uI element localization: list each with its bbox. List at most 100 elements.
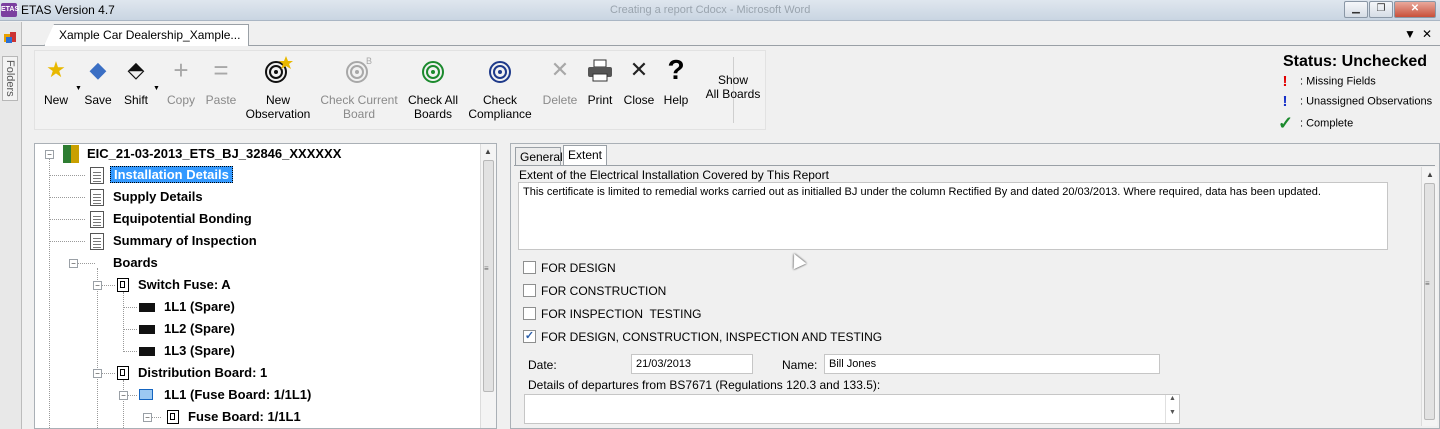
save-button[interactable]: ◆ Save — [81, 55, 115, 127]
tree-scroll-thumb[interactable] — [483, 160, 494, 392]
star-icon: ★ — [46, 57, 66, 82]
print-icon — [585, 55, 615, 85]
shift-button[interactable]: ⬘ ▼ Shift — [119, 55, 160, 127]
tree-item-way[interactable]: 1L2 (Spare) — [164, 321, 235, 336]
help-button[interactable]: ? Help — [659, 55, 693, 127]
departures-scrollbar[interactable]: ▲ ▼ — [1165, 395, 1179, 423]
document-icon — [90, 233, 104, 250]
tree-expander[interactable]: − — [93, 281, 102, 290]
shift-icon: ⬘ — [127, 57, 145, 82]
tree-item-way[interactable]: 1L3 (Spare) — [164, 343, 235, 358]
departures-textarea[interactable]: ▲ ▼ — [524, 394, 1180, 424]
for-construction-label: FOR CONSTRUCTION — [541, 284, 667, 298]
legend-complete: ✓: Complete — [1278, 113, 1354, 133]
tree-item-fuse-board[interactable]: Fuse Board: 1/1L1 — [188, 409, 301, 424]
save-icon: ◆ — [89, 57, 107, 82]
folders-tab[interactable]: Folders — [2, 56, 18, 101]
check-compliance-button[interactable]: Check Compliance — [465, 55, 535, 127]
board-icon — [167, 410, 179, 424]
spare-way-icon — [139, 325, 155, 334]
check-current-board-icon: B — [344, 55, 374, 85]
folders-icon[interactable] — [3, 30, 17, 44]
document-tab[interactable]: Xample Car Dealership_Xample... — [44, 24, 250, 46]
extent-text: This certificate is limited to remedial … — [523, 186, 1321, 198]
fuse-board-way-icon — [139, 389, 153, 400]
status-title: Status: Unchecked — [1283, 53, 1428, 70]
extent-tab-content: Extent of the Electrical Installation Co… — [514, 165, 1435, 427]
tree-expander[interactable]: − — [69, 259, 78, 268]
details-scroll-thumb[interactable] — [1424, 183, 1435, 420]
delete-button[interactable]: ✕ Delete — [539, 55, 581, 127]
tab-general[interactable]: General — [515, 147, 563, 166]
scroll-up-icon[interactable]: ▲ — [1426, 170, 1434, 179]
check-all-boards-icon — [418, 55, 448, 85]
tree-root-certificate[interactable]: EIC_21-03-2013_ETS_BJ_32846_XXXXXX — [87, 146, 341, 161]
tab-close-icon[interactable]: ✕ — [1422, 27, 1432, 41]
for-design-label: FOR DESIGN — [541, 261, 616, 275]
details-scrollbar[interactable]: ▲ ≡ — [1421, 167, 1437, 426]
tree-item-fuse-board-way[interactable]: 1L1 (Fuse Board: 1/1L1) — [164, 387, 311, 402]
main-toolbar: ★ ▼ New ◆ Save ⬘ ▼ Shift + Copy = Paste … — [34, 50, 766, 130]
copy-button[interactable]: + Copy — [163, 55, 199, 127]
restore-button[interactable]: ❐ — [1369, 1, 1393, 18]
departures-label: Details of departures from BS7671 (Regul… — [528, 378, 881, 392]
new-observation-icon — [263, 55, 293, 85]
copy-icon: + — [173, 55, 189, 85]
document-icon — [90, 189, 104, 206]
complete-check-icon: ✓ — [1278, 113, 1294, 133]
tree-item-boards[interactable]: Boards — [113, 255, 158, 270]
for-design-checkbox[interactable] — [523, 261, 536, 274]
minimize-button[interactable]: ▁ — [1344, 1, 1368, 18]
tree-expander[interactable]: − — [119, 391, 128, 400]
details-panel: General Extent Extent of the Electrical … — [510, 143, 1440, 429]
window-title: ETAS Version 4.7 — [21, 3, 115, 17]
name-input[interactable]: Bill Jones — [824, 354, 1160, 374]
for-inspection-testing-checkbox[interactable] — [523, 307, 536, 320]
check-current-board-button[interactable]: B Check Current Board — [317, 55, 401, 127]
title-bar: ETAS ETAS Version 4.7 Creating a report … — [0, 0, 1440, 21]
tree-item-equipotential-bonding[interactable]: Equipotential Bonding — [113, 211, 252, 226]
date-input[interactable]: 21/03/2013 — [631, 354, 753, 374]
for-construction-checkbox[interactable] — [523, 284, 536, 297]
missing-fields-icon: ! — [1282, 73, 1288, 90]
tab-menu-arrow-icon[interactable]: ▼ — [1404, 27, 1416, 41]
tree-item-supply-details[interactable]: Supply Details — [113, 189, 203, 204]
shift-dropdown-caret-icon[interactable]: ▼ — [153, 85, 160, 92]
legend-missing-fields: !: Missing Fields — [1278, 73, 1376, 90]
scroll-up-icon[interactable]: ▲ — [484, 147, 492, 156]
tree-item-installation-details[interactable]: Installation Details — [110, 166, 233, 183]
close-button[interactable]: ✕ Close — [621, 55, 657, 127]
scroll-grip-icon: ≡ — [1425, 279, 1430, 288]
extent-heading: Extent of the Electrical Installation Co… — [519, 168, 829, 182]
tree-item-summary-of-inspection[interactable]: Summary of Inspection — [113, 233, 257, 248]
window-close-button[interactable]: ✕ — [1394, 1, 1436, 18]
paste-button[interactable]: = Paste — [201, 55, 241, 127]
check-compliance-icon — [485, 55, 515, 85]
document-tab-row: Xample Car Dealership_Xample... ▼ ✕ — [22, 22, 1440, 46]
show-all-boards-button[interactable]: Show All Boards — [701, 73, 765, 145]
close-icon: ✕ — [629, 57, 649, 82]
extent-textarea[interactable]: This certificate is limited to remedial … — [518, 182, 1388, 250]
certificate-icon — [63, 145, 79, 163]
spare-way-icon — [139, 347, 155, 356]
tree-item-way[interactable]: 1L1 (Spare) — [164, 299, 235, 314]
tree-scrollbar[interactable]: ▲ ≡ — [480, 144, 496, 428]
tree-item-distribution-board[interactable]: Distribution Board: 1 — [138, 365, 267, 380]
tree-expander[interactable]: − — [143, 413, 152, 422]
legend-unassigned-observations: !: Unassigned Observations — [1278, 93, 1433, 110]
document-icon — [90, 211, 104, 228]
check-all-boards-button[interactable]: Check All Boards — [405, 55, 461, 127]
help-icon: ? — [667, 54, 685, 85]
new-button[interactable]: ★ ▼ New — [39, 55, 82, 127]
tab-extent[interactable]: Extent — [563, 145, 607, 166]
for-all-checkbox[interactable]: ✓ — [523, 330, 536, 343]
tree-expander[interactable]: − — [45, 150, 54, 159]
print-button[interactable]: Print — [583, 55, 617, 127]
tree-item-switch-fuse[interactable]: Switch Fuse: A — [138, 277, 231, 292]
new-observation-button[interactable]: New Observation — [241, 55, 315, 127]
certificate-tree[interactable]: − EIC_21-03-2013_ETS_BJ_32846_XXXXXX Ins… — [34, 143, 497, 429]
background-window-title: Creating a report Cdocx - Microsoft Word — [610, 4, 811, 16]
tree-expander[interactable]: − — [93, 369, 102, 378]
date-label: Date: — [528, 358, 557, 372]
board-icon — [117, 278, 129, 292]
